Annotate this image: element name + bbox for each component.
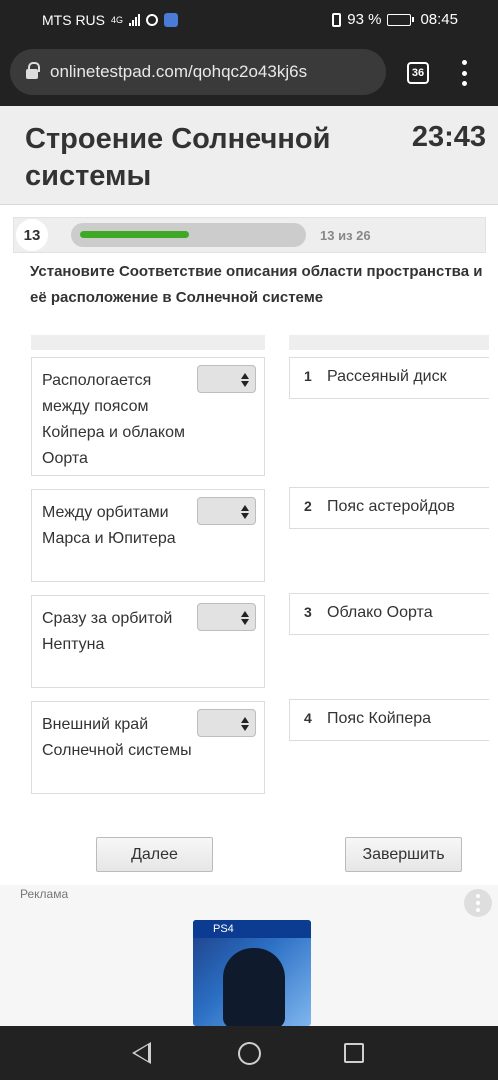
- system-nav-bar: [0, 1026, 498, 1080]
- progress-count: 13 из 26: [320, 228, 371, 243]
- app-notification-icon: [164, 13, 179, 27]
- chevron-up-icon: [241, 717, 249, 723]
- answer-text: Облако Оорта: [327, 604, 433, 621]
- ad-banner[interactable]: Реклама PS4: [0, 885, 498, 1026]
- status-bar: MTS RUS 4G 93 % 08:45: [0, 0, 498, 40]
- chevron-down-icon: [241, 619, 249, 625]
- match-item: Между орбитами Марса и Юпитера: [31, 489, 265, 582]
- match-select[interactable]: [197, 497, 256, 525]
- answer-item: 4 Пояс Койпера: [289, 699, 489, 741]
- vibrate-icon: [332, 12, 342, 27]
- left-column-header: [31, 335, 265, 350]
- match-item-text: Внешний край Солнечной системы: [42, 716, 192, 759]
- chevron-down-icon: [241, 381, 249, 387]
- ad-image[interactable]: PS4: [193, 920, 311, 1026]
- carrier-label: MTS RUS: [42, 12, 105, 28]
- alarm-icon: [146, 14, 159, 26]
- answer-number: 3: [304, 604, 312, 620]
- battery-percent: 93 %: [347, 11, 382, 28]
- match-select[interactable]: [197, 709, 256, 737]
- answer-item: 3 Облако Оорта: [289, 593, 489, 635]
- signal-icon: [129, 14, 141, 26]
- match-item: Внешний край Солнечной системы: [31, 701, 265, 794]
- more-vert-icon[interactable]: [456, 60, 472, 86]
- question-number-badge: 13: [16, 219, 48, 251]
- question-text: Установите Соответствие описания области…: [30, 263, 483, 306]
- battery-icon: [387, 13, 415, 26]
- web-page: Строение Солнечной системы 23:43 13 13 и…: [0, 106, 498, 1026]
- ad-label: Реклама: [20, 887, 69, 901]
- more-vert-icon[interactable]: [464, 889, 492, 917]
- tab-switcher-button[interactable]: 36: [407, 62, 429, 84]
- recent-square-icon[interactable]: [344, 1043, 364, 1063]
- chevron-up-icon: [241, 611, 249, 617]
- chevron-up-icon: [241, 505, 249, 511]
- match-item-text: Распологается между поясом Койпера и обл…: [42, 372, 185, 467]
- match-select[interactable]: [197, 603, 256, 631]
- answer-item: 1 Рассеяный диск: [289, 357, 489, 399]
- browser-toolbar: onlinetestpad.com/qohqc2o43kj6s 36: [0, 40, 498, 106]
- progress-bar-fill: [80, 231, 189, 238]
- match-item-text: Сразу за орбитой Нептуна: [42, 610, 173, 653]
- answer-number: 2: [304, 498, 312, 514]
- home-circle-icon[interactable]: [238, 1042, 261, 1065]
- answer-number: 1: [304, 368, 312, 384]
- answer-text: Пояс астеройдов: [327, 498, 455, 515]
- chevron-down-icon: [241, 725, 249, 731]
- finish-button[interactable]: Завершить: [345, 837, 462, 872]
- back-triangle-icon[interactable]: [132, 1042, 151, 1064]
- match-item-text: Между орбитами Марса и Юпитера: [42, 504, 176, 547]
- match-select[interactable]: [197, 365, 256, 393]
- network-type-label: 4G: [111, 15, 124, 25]
- next-button[interactable]: Далее: [96, 837, 213, 872]
- answer-item: 2 Пояс астеройдов: [289, 487, 489, 529]
- lock-icon: [26, 62, 40, 79]
- test-header: Строение Солнечной системы 23:43: [0, 106, 498, 205]
- address-bar[interactable]: onlinetestpad.com/qohqc2o43kj6s: [10, 49, 386, 95]
- url-text: onlinetestpad.com/qohqc2o43kj6s: [50, 62, 308, 81]
- progress-row: 13 13 из 26: [13, 217, 486, 253]
- match-item: Распологается между поясом Койпера и обл…: [31, 357, 265, 476]
- answer-number: 4: [304, 710, 312, 726]
- answer-text: Пояс Койпера: [327, 710, 432, 727]
- right-column-header: [289, 335, 489, 350]
- match-item: Сразу за орбитой Нептуна: [31, 595, 265, 688]
- game-cover-figure: [223, 948, 285, 1026]
- page-title: Строение Солнечной системы: [25, 123, 331, 192]
- chevron-up-icon: [241, 373, 249, 379]
- clock-time: 08:45: [420, 11, 458, 28]
- progress-bar: [71, 223, 306, 247]
- ps4-badge: PS4: [213, 923, 234, 935]
- answer-text: Рассеяный диск: [327, 368, 447, 385]
- countdown-timer: 23:43: [411, 121, 486, 153]
- chevron-down-icon: [241, 513, 249, 519]
